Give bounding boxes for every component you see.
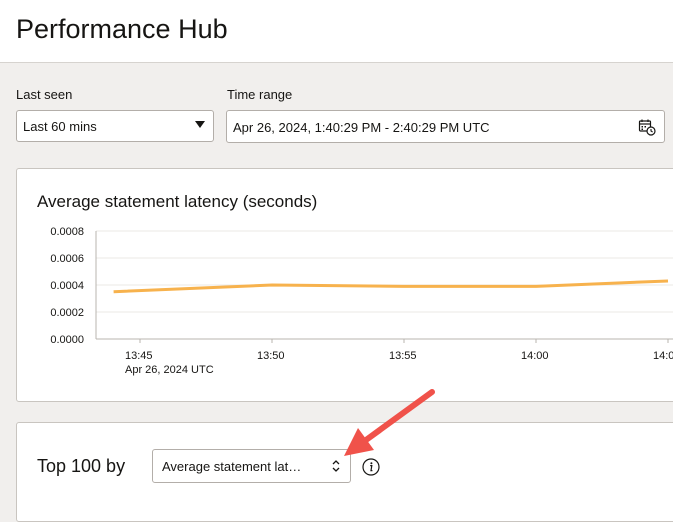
x-tick-label: 13:55	[389, 350, 417, 362]
last-seen-label: Last seen	[16, 87, 73, 102]
last-seen-select[interactable]: Last 60 mins	[16, 110, 214, 142]
chevron-down-icon	[195, 121, 205, 128]
latency-chart-card: Average statement latency (seconds) 0.00…	[16, 168, 673, 402]
calendar-clock-icon[interactable]	[638, 118, 656, 136]
time-range-label: Time range	[227, 87, 293, 102]
x-tick-date-label: Apr 26, 2024 UTC	[125, 364, 214, 376]
y-tick-label: 0.0004	[50, 280, 84, 292]
y-tick-label: 0.0002	[50, 307, 84, 319]
last-seen-value: Last 60 mins	[23, 119, 97, 134]
page-header: Performance Hub	[0, 0, 673, 63]
time-range-input[interactable]: Apr 26, 2024, 1:40:29 PM - 2:40:29 PM UT…	[226, 110, 665, 143]
y-tick-label: 0.0006	[50, 253, 84, 265]
latency-series-line	[113, 279, 669, 294]
time-range-value: Apr 26, 2024, 1:40:29 PM - 2:40:29 PM UT…	[233, 120, 490, 135]
top-by-label: Top 100 by	[37, 456, 126, 476]
chevron-up-down-icon	[332, 460, 340, 472]
y-tick-label: 0.0008	[50, 226, 84, 238]
x-tick-label: 14:0	[653, 350, 673, 362]
page-title: Performance Hub	[16, 14, 228, 44]
latency-line-chart: 0.0008 0.0006 0.0004 0.0002 0.0000 13:45 13:50…	[50, 226, 673, 376]
y-tick-label: 0.0000	[50, 334, 84, 346]
info-icon[interactable]	[362, 458, 380, 476]
x-tick-label: 13:45	[125, 350, 153, 362]
top-by-metric-select[interactable]: Average statement lat…	[152, 449, 351, 483]
x-tick-label: 14:00	[521, 350, 549, 362]
x-tick-label: 13:50	[257, 350, 285, 362]
top-statements-card: Top 100 by Average statement lat…	[16, 422, 673, 522]
top-by-metric-value: Average statement lat…	[162, 459, 302, 474]
